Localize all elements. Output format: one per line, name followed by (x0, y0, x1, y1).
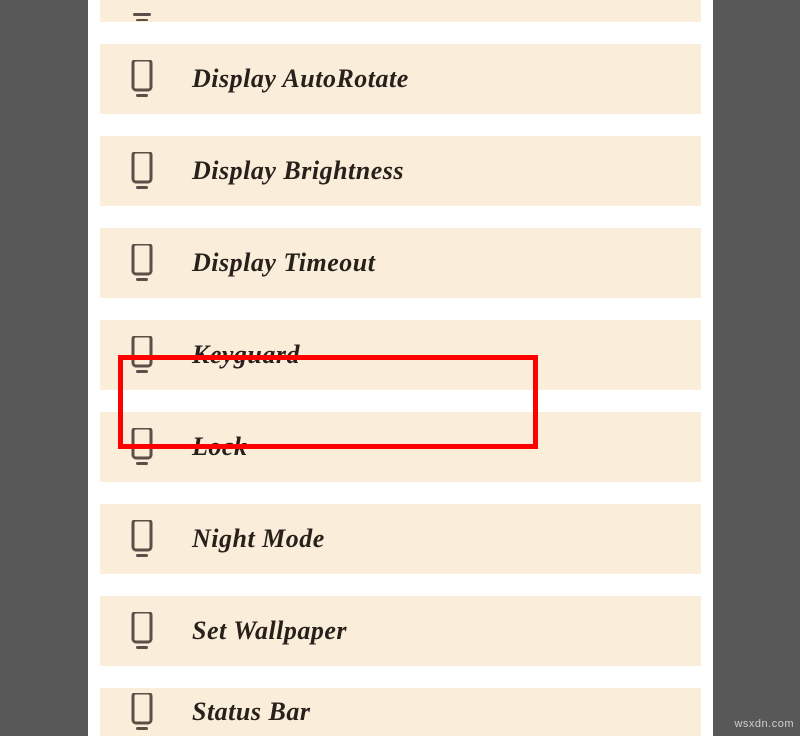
phone-icon (130, 336, 154, 374)
phone-icon (130, 152, 154, 190)
list-item[interactable]: Display Timeout (100, 228, 701, 298)
phone-icon (130, 612, 154, 650)
list-item-label: Keyguard (192, 340, 300, 370)
list-item-label: Set Wallpaper (192, 616, 347, 646)
list-item[interactable]: Display AutoRotate (100, 44, 701, 114)
phone-icon (130, 13, 154, 21)
list-item-label: Lock (192, 432, 247, 462)
list-item-label: Display Brightness (192, 156, 404, 186)
list-item[interactable] (100, 0, 701, 22)
phone-icon (130, 60, 154, 98)
list-item-label: Display Timeout (192, 248, 375, 278)
settings-list: Display AutoRotate Display Brightness Di… (100, 0, 701, 736)
list-item-label: Status Bar (192, 697, 310, 727)
phone-icon (130, 693, 154, 731)
phone-icon (130, 244, 154, 282)
settings-panel: Display AutoRotate Display Brightness Di… (88, 0, 713, 736)
list-item-label: Night Mode (192, 524, 325, 554)
list-item-lock[interactable]: Lock (100, 412, 701, 482)
list-item[interactable]: Display Brightness (100, 136, 701, 206)
list-item[interactable]: Status Bar (100, 688, 701, 736)
list-item[interactable]: Night Mode (100, 504, 701, 574)
watermark: wsxdn.com (734, 718, 794, 730)
phone-icon (130, 520, 154, 558)
list-item-label: Display AutoRotate (192, 64, 409, 94)
list-item[interactable]: Keyguard (100, 320, 701, 390)
list-item[interactable]: Set Wallpaper (100, 596, 701, 666)
phone-icon (130, 428, 154, 466)
